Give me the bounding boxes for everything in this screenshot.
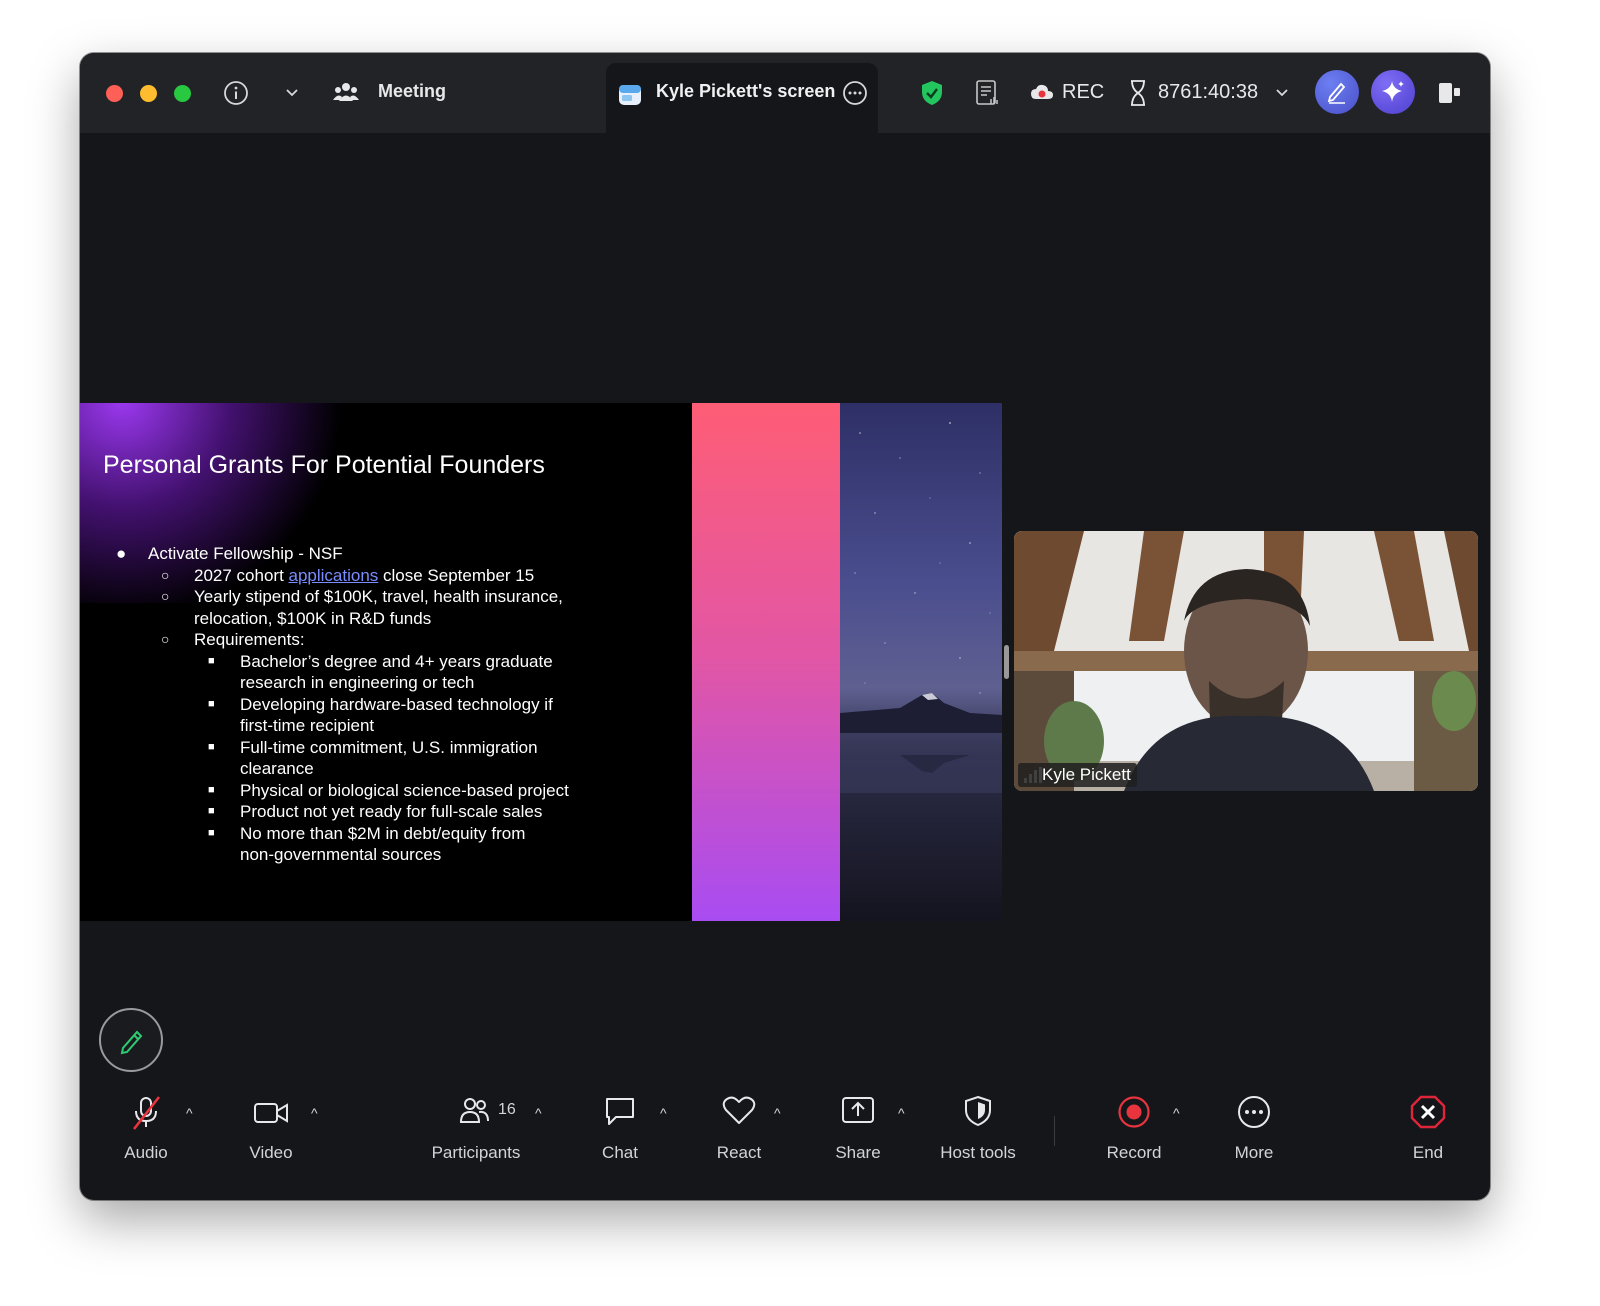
recording-label[interactable]: REC [1062,81,1104,104]
bullet-circle-icon: ○ [161,567,170,583]
microphone-muted-icon [129,1095,163,1136]
end-meeting-icon [1410,1095,1446,1134]
audio-options-chevron-up-icon[interactable]: ^ [186,1105,193,1121]
bullet-disc-icon: ● [116,544,127,563]
participants-icon [459,1095,490,1130]
participant-video-tile[interactable]: Kyle Pickett [1014,531,1478,791]
screen-share-tab-label: Kyle Pickett's screen [656,81,836,101]
bullet-circle-icon: ○ [161,631,170,647]
slide-night-sky-image [840,403,1002,921]
bullet-line-continuation: research in engineering or tech [240,673,475,692]
bullet-line: No more than $2M in debt/equity from [240,824,526,843]
bullet-line-continuation: first-time recipient [240,716,375,735]
close-window-button[interactable] [106,85,123,102]
video-camera-icon [253,1099,289,1132]
hourglass-icon [1129,79,1147,112]
sparkle-icon [1382,81,1404,102]
side-panel-icon[interactable] [1438,81,1462,110]
bullet-line: Physical or biological science-based pro… [240,781,569,800]
meeting-label[interactable]: Meeting [378,81,446,102]
host-shield-icon [963,1095,993,1132]
bullet-square-icon: ■ [208,805,215,817]
bullet-line: 2027 cohort applications close September… [194,566,535,585]
tab-screen-share[interactable]: Kyle Pickett's screen [606,63,878,133]
bullet-line: Bachelor’s degree and 4+ years graduate [240,652,553,671]
bullet-square-icon: ■ [208,655,215,667]
more-label: More [1234,1143,1274,1162]
video-options-chevron-up-icon[interactable]: ^ [311,1105,318,1121]
bullet-line: Yearly stipend of $100K, travel, health … [194,587,563,606]
titlebar: Meeting Kyle Pickett's screen REC 8761:4… [80,53,1490,133]
participants-label: Participants [431,1143,521,1162]
bullet-line-continuation: clearance [240,759,314,778]
end-label: End [1412,1143,1444,1162]
bullet-line: Developing hardware-based technology if [240,695,553,714]
bullet-square-icon: ■ [208,698,215,710]
bullet-square-icon: ■ [208,784,215,796]
transcript-icon[interactable] [975,79,1001,112]
participants-options-chevron-up-icon[interactable]: ^ [535,1105,542,1121]
participant-name-label: Kyle Pickett [1018,763,1137,787]
slide-title: Personal Grants For Potential Founders [103,451,545,479]
share-label: Share [835,1143,881,1162]
cloud-record-icon[interactable] [1030,83,1054,108]
react-options-chevron-up-icon[interactable]: ^ [774,1105,781,1121]
maximize-window-button[interactable] [174,85,191,102]
share-options-chevron-up-icon[interactable]: ^ [898,1105,905,1121]
chat-bubble-icon [604,1095,636,1132]
meeting-window: Meeting Kyle Pickett's screen REC 8761:4… [80,53,1490,1200]
ai-companion-button[interactable] [1371,70,1415,114]
bullet-line: Activate Fellowship - NSF [148,544,343,563]
pencil-icon [120,1030,143,1055]
bullet-line: Full-time commitment, U.S. immigration [240,738,538,757]
record-label: Record [1106,1143,1162,1162]
bullet-line: Requirements: [194,630,305,649]
info-icon[interactable] [223,80,249,111]
screen-share-app-icon [618,83,642,112]
bullet-line-continuation: non-governmental sources [240,845,442,864]
more-options-icon[interactable] [842,80,868,111]
share-screen-icon [841,1095,875,1130]
applications-link[interactable]: applications [289,566,379,585]
heart-icon [722,1095,756,1132]
shared-screen-slide: Personal Grants For Potential Founders ●… [80,403,1002,921]
security-shield-icon[interactable] [920,80,944,111]
bullet-line-continuation: relocation, $100K in R&D funds [194,609,432,628]
annotate-toolbar-button[interactable] [1315,70,1359,114]
host-tools-label: Host tools [940,1143,1016,1162]
bullet-line: Product not yet ready for full-scale sal… [240,802,543,821]
toolbar-divider [1054,1116,1055,1146]
video-label: Video [249,1143,293,1162]
bullet-circle-icon: ○ [161,588,170,604]
record-icon [1117,1095,1151,1134]
split-resize-handle[interactable] [1004,645,1009,679]
annotate-button[interactable] [99,1008,163,1072]
timer-chevron-down-icon[interactable] [1274,85,1290,106]
participant-video-feed [1014,531,1478,791]
meeting-group-icon[interactable] [333,79,359,110]
minimize-window-button[interactable] [140,85,157,102]
audio-label: Audio [124,1143,168,1162]
chat-label: Chat [602,1143,638,1162]
slide-gradient-panel [692,403,840,921]
bullet-square-icon: ■ [208,827,215,839]
bullet-square-icon: ■ [208,741,215,753]
meeting-timer[interactable]: 8761:40:38 [1158,81,1258,104]
participant-count: 16 [498,1101,516,1118]
chevron-down-icon[interactable] [284,85,300,106]
react-label: React [716,1143,762,1162]
pen-icon [1327,82,1346,104]
chat-options-chevron-up-icon[interactable]: ^ [660,1105,667,1121]
more-ellipsis-icon [1237,1095,1271,1134]
record-options-chevron-up-icon[interactable]: ^ [1173,1105,1180,1121]
